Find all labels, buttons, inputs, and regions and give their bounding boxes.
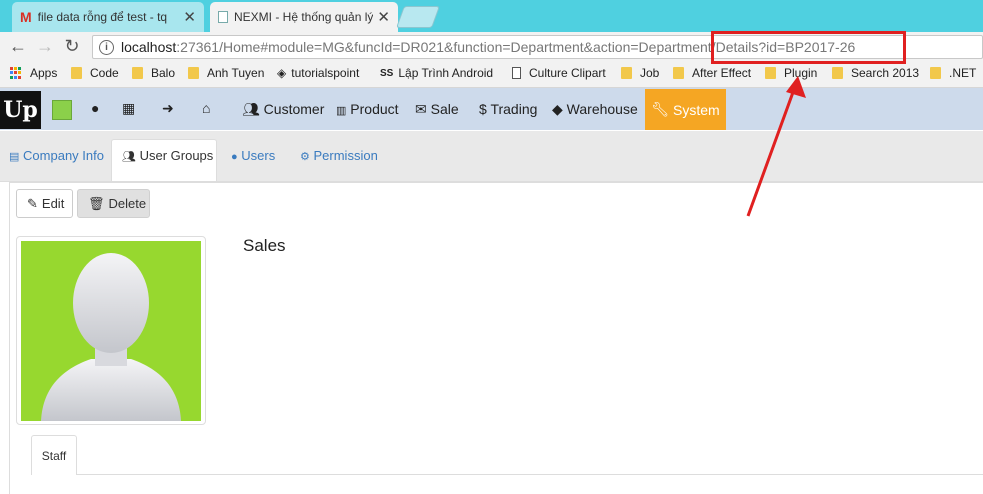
close-icon[interactable]: ✕: [183, 8, 196, 26]
bookmark-search-2013[interactable]: Search 2013: [832, 66, 919, 80]
bookmark-label: Code: [90, 66, 119, 80]
tab-divider: [77, 474, 983, 475]
tab-staff[interactable]: Staff: [31, 435, 77, 475]
users-icon: 👥︎: [122, 151, 136, 163]
folder-icon: [930, 67, 941, 79]
barcode-icon: ▥: [336, 105, 347, 117]
users-icon: 👥︎: [242, 101, 260, 117]
tags-icon: ◆: [552, 101, 563, 117]
nav-label: Trading: [490, 101, 538, 117]
bookmark-label: .NET: [949, 66, 977, 80]
tab-user-groups[interactable]: 👥︎ User Groups: [122, 148, 213, 163]
folder-icon: [832, 67, 843, 79]
bookmark-label: Lập Trình Android: [398, 66, 494, 80]
default-avatar-image[interactable]: [21, 241, 201, 421]
home-icon[interactable]: ⌂: [202, 100, 210, 116]
bookmark-apps[interactable]: Apps: [10, 66, 57, 80]
tab-permission[interactable]: ⚙ Permission: [300, 148, 378, 163]
info-icon[interactable]: i: [99, 39, 114, 55]
person-silhouette-icon: [41, 253, 181, 421]
diamond-icon: ◈: [277, 66, 287, 80]
cogs-icon: ⚙: [300, 151, 310, 163]
bookmark-balo[interactable]: Balo: [132, 66, 175, 80]
tab-label: Company Info: [23, 148, 104, 163]
app-logo[interactable]: Up: [0, 91, 41, 129]
page-icon: [218, 11, 228, 23]
browser-tab-gmail[interactable]: M file data rỗng để test - tq ✕: [12, 2, 204, 32]
wrench-icon: 🔧︎: [651, 101, 670, 117]
edit-button[interactable]: ✎ Edit: [16, 189, 73, 218]
bookmark-tutorialspoint[interactable]: ◈ tutorialspoint: [277, 66, 359, 80]
dollar-icon: $: [479, 101, 487, 117]
folder-icon: [71, 67, 82, 79]
browser-tab-title: file data rỗng để test - tq: [37, 10, 168, 24]
bookmark-culture-clipart[interactable]: Culture Clipart: [512, 66, 606, 80]
close-icon[interactable]: ✕: [377, 8, 390, 26]
bookmark-label: Balo: [151, 66, 176, 80]
bookmark-icon: SS: [380, 67, 394, 79]
back-icon[interactable]: ←: [8, 36, 28, 57]
globe-icon[interactable]: ●: [91, 100, 99, 116]
apps-grid-icon: [10, 67, 22, 79]
edit-label: Edit: [41, 196, 65, 211]
nav-label: Sale: [430, 101, 459, 117]
tab-label: User Groups: [139, 148, 214, 163]
nav-system[interactable]: 🔧︎ System: [645, 89, 726, 130]
tab-label: Users: [241, 148, 276, 163]
bookmark-label: Culture Clipart: [529, 66, 606, 80]
folder-icon: [673, 67, 684, 79]
nav-label: Customer: [263, 101, 325, 117]
page-icon: [512, 67, 521, 79]
bookmark-code[interactable]: Code: [71, 66, 119, 80]
building-icon: ▤: [9, 151, 20, 163]
group-name-heading: Sales: [243, 236, 286, 255]
folder-icon: [188, 67, 199, 79]
bookmark-label: tutorialspoint: [291, 66, 360, 80]
nav-warehouse[interactable]: ◆ Warehouse: [552, 101, 638, 118]
edit-icon: ✎: [27, 195, 38, 211]
bookmark-label: Apps: [30, 66, 58, 80]
browser-tab-title: NEXMI - Hệ thống quản lý: [234, 10, 374, 24]
nav-sale[interactable]: ✉ Sale: [415, 101, 459, 118]
nav-label: Warehouse: [566, 101, 638, 117]
folder-icon: [621, 67, 632, 79]
folder-icon: [132, 67, 143, 79]
delete-label: Delete: [108, 196, 147, 211]
user-icon: ●: [231, 151, 238, 163]
calendar-icon[interactable]: ▦: [122, 100, 135, 117]
nav-customer[interactable]: 👥︎ Customer: [242, 101, 324, 118]
nav-label: System: [673, 101, 720, 118]
tab-users[interactable]: ● Users: [231, 148, 275, 163]
tab-company-info[interactable]: ▤ Company Info: [9, 148, 104, 163]
url-host: localhost: [121, 39, 177, 55]
nav-label: Product: [350, 101, 399, 117]
annotation-highlight-box: [711, 31, 906, 64]
forward-icon[interactable]: →: [35, 36, 55, 57]
bookmark-dotnet[interactable]: .NET: [930, 66, 976, 80]
sign-out-icon[interactable]: ➜: [162, 100, 174, 117]
envelope-icon: ✉: [415, 101, 427, 117]
user-avatar[interactable]: [52, 100, 72, 120]
reload-icon[interactable]: ↻: [62, 36, 82, 57]
nav-trading[interactable]: $ Trading: [479, 101, 537, 117]
annotation-arrow-icon: [746, 76, 806, 217]
bookmark-anh-tuyen[interactable]: Anh Tuyen: [188, 66, 264, 80]
bookmark-job[interactable]: Job: [621, 66, 659, 80]
tab-label: Permission: [313, 148, 378, 163]
bookmark-label: Search 2013: [851, 66, 920, 80]
nav-product[interactable]: ▥ Product: [336, 101, 399, 117]
trash-icon: 🗑︎: [88, 195, 105, 211]
browser-tab-nexmi[interactable]: NEXMI - Hệ thống quản lý ✕: [210, 2, 398, 32]
gmail-icon: M: [20, 9, 32, 25]
bookmark-label: Anh Tuyen: [207, 66, 265, 80]
delete-button[interactable]: 🗑︎ Delete: [77, 189, 150, 218]
bookmark-label: Job: [640, 66, 660, 80]
bookmark-lap-trinh-android[interactable]: SS Lập Trình Android: [380, 66, 493, 80]
